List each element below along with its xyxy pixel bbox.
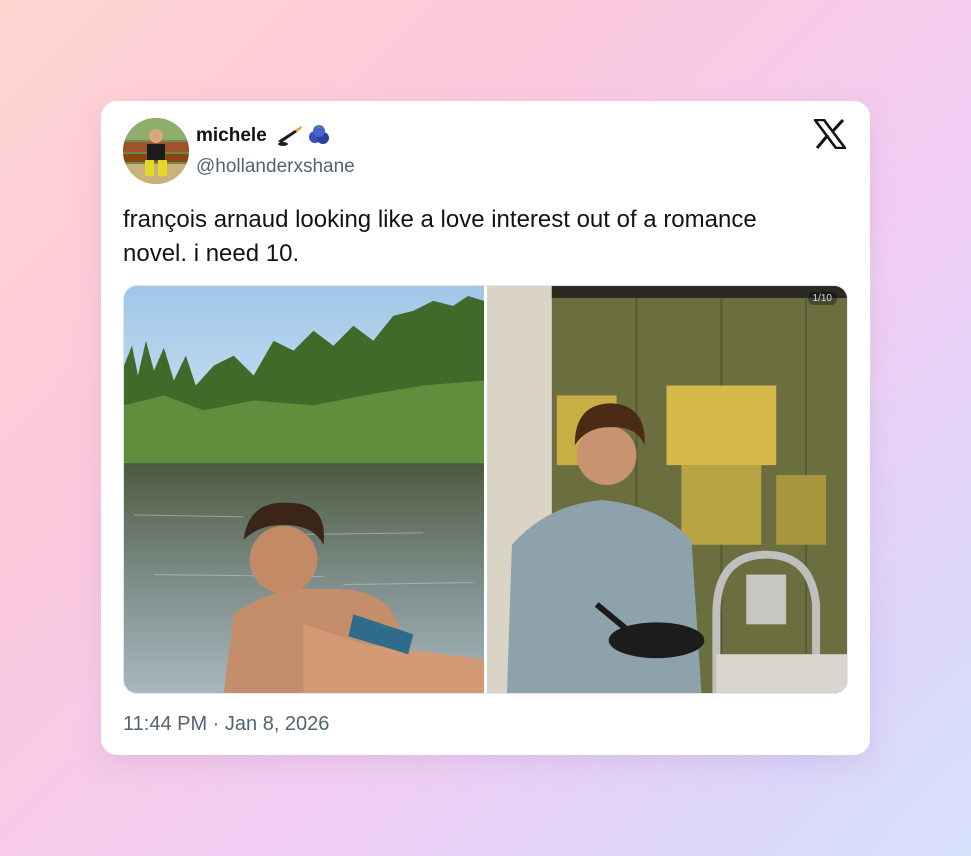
media-grid: 1/10 (123, 285, 848, 694)
photo-kitchen[interactable]: 1/10 (487, 286, 847, 693)
hockey-stick-puck-emoji (275, 123, 303, 152)
photo-counter: 1/10 (807, 292, 837, 305)
name-emojis (275, 123, 331, 152)
tweet-text: françois arnaud looking like a love inte… (123, 206, 757, 267)
display-name[interactable]: michele (196, 125, 267, 147)
photo-lake[interactable] (124, 286, 484, 693)
user-handle[interactable]: @hollanderxshane (196, 156, 355, 178)
avatar[interactable] (123, 118, 189, 184)
blueberries-emoji (307, 123, 331, 152)
x-logo-icon[interactable] (812, 118, 848, 150)
timestamp[interactable]: 11:44 PM · Jan 8, 2026 (123, 713, 329, 736)
tweet-card: michele @hollanderxshane françois arnaud… (101, 101, 870, 755)
